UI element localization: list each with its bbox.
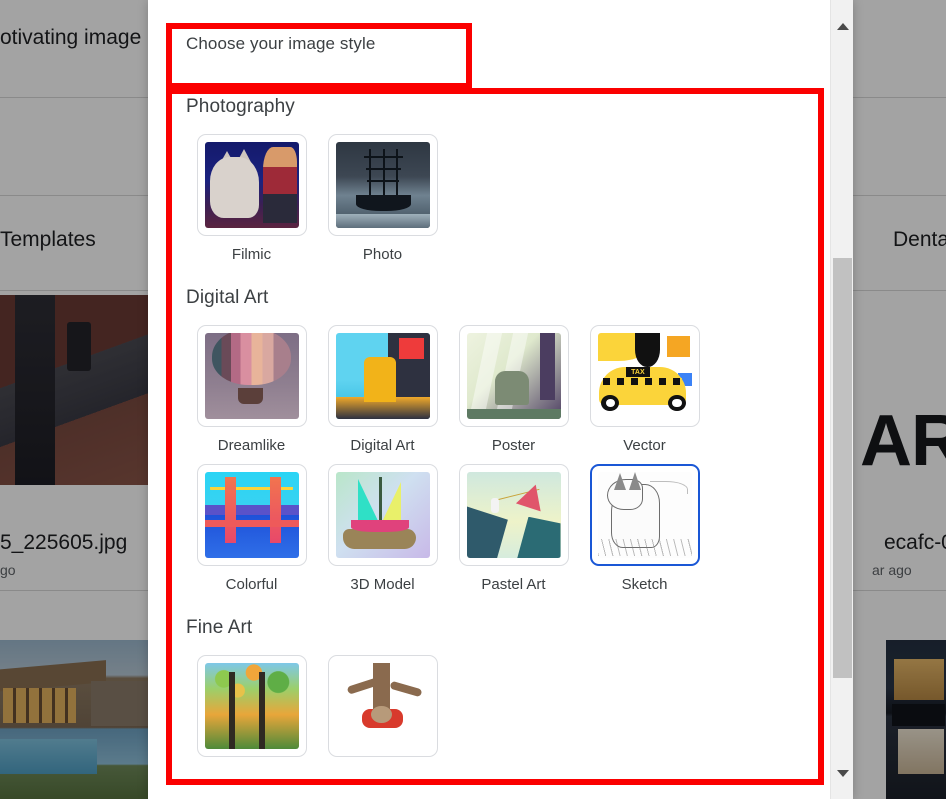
scrollbar-thumb[interactable] (833, 258, 852, 678)
style-section: Fine Art (186, 617, 833, 777)
screen: otivating image Templates Denta AR 5_225605.… (0, 0, 946, 799)
style-preview-image (335, 333, 430, 419)
style-thumbnail[interactable] (196, 134, 307, 236)
style-thumbnail[interactable] (327, 325, 438, 427)
style-preview-image (597, 472, 692, 558)
style-option[interactable]: Pastel Art (448, 464, 579, 593)
style-option[interactable]: Colorful (186, 464, 317, 593)
style-preview-image (204, 333, 299, 419)
style-option-label: Dreamlike (217, 437, 286, 454)
style-option-label: Colorful (225, 576, 278, 593)
style-option[interactable]: Digital Art (317, 325, 448, 454)
scroll-down-button[interactable] (831, 761, 854, 785)
style-thumbnail[interactable]: TAX (589, 325, 700, 427)
style-section-title: Fine Art (186, 617, 253, 638)
style-thumbnail[interactable] (458, 325, 569, 427)
style-option[interactable]: Poster (448, 325, 579, 454)
dialog-scrollbar[interactable] (830, 0, 853, 799)
style-list: Photography Filmic Photo Digital Art Dreamli… (148, 88, 833, 799)
style-thumbnail[interactable] (196, 655, 307, 757)
style-thumbnail[interactable] (458, 464, 569, 566)
style-thumbnail[interactable] (327, 655, 438, 757)
style-option-label: Filmic (231, 246, 272, 263)
style-option-label: 3D Model (350, 576, 415, 593)
style-option-label: Poster (491, 437, 536, 454)
style-option-label: Digital Art (350, 437, 415, 454)
style-option[interactable]: Sketch (579, 464, 710, 593)
style-thumbnail-selected[interactable] (589, 464, 700, 566)
image-style-dialog: Choose your image style Photography Filmi… (148, 0, 853, 799)
dialog-header: Choose your image style (148, 0, 853, 88)
scroll-down-arrow-icon (836, 769, 849, 777)
style-grid: Filmic Photo (186, 134, 833, 273)
style-section: Digital Art Dreamlike Digital Art Poster TAX… (186, 287, 833, 603)
style-option[interactable]: Filmic (186, 134, 317, 263)
style-grid (186, 655, 833, 777)
style-option[interactable]: 3D Model (317, 464, 448, 593)
style-thumbnail[interactable] (196, 464, 307, 566)
style-option[interactable]: Photo (317, 134, 448, 263)
scroll-up-button[interactable] (831, 14, 854, 38)
style-preview-image (335, 142, 430, 228)
dialog-title: Choose your image style (186, 34, 376, 53)
style-thumbnail[interactable] (196, 325, 307, 427)
style-preview-image (204, 472, 299, 558)
style-thumbnail[interactable] (327, 134, 438, 236)
style-preview-image (335, 472, 430, 558)
scroll-up-arrow-icon (836, 22, 849, 30)
style-section: Photography Filmic Photo (186, 88, 833, 273)
style-option-label: Vector (623, 437, 666, 454)
style-option[interactable]: Dreamlike (186, 325, 317, 454)
taxi-sign-text: TAX (625, 367, 651, 377)
style-preview-image (466, 333, 561, 419)
style-thumbnail[interactable] (327, 464, 438, 566)
style-option[interactable] (186, 655, 317, 767)
style-option-label: Sketch (621, 576, 668, 593)
style-grid: Dreamlike Digital Art Poster TAX Vector Color… (186, 325, 833, 603)
style-section-title: Digital Art (186, 287, 269, 308)
style-option-label: Photo (362, 246, 403, 263)
style-option-label: Pastel Art (481, 576, 546, 593)
style-preview-image (204, 663, 299, 749)
style-option[interactable] (317, 655, 448, 767)
style-preview-image (466, 472, 561, 558)
style-preview-image (335, 663, 430, 749)
style-preview-image: TAX (597, 333, 692, 419)
style-section-title: Photography (186, 96, 295, 117)
style-preview-image (204, 142, 299, 228)
style-option[interactable]: TAX Vector (579, 325, 710, 454)
